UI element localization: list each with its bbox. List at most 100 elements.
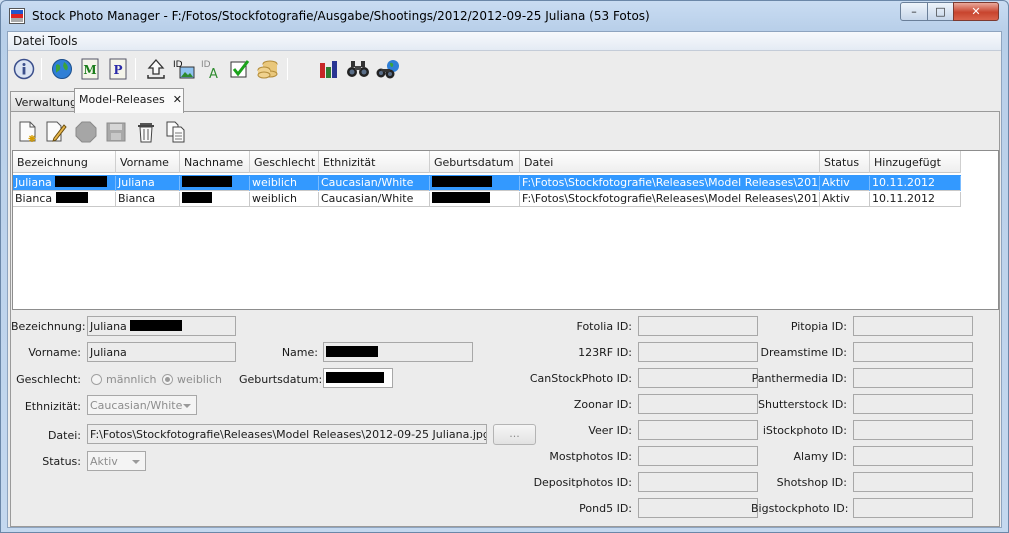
new-document-icon[interactable] <box>16 120 40 144</box>
cell-bezeichnung: Juliana <box>13 176 116 191</box>
cell-ethnizitaet: Caucasian/White <box>319 192 430 207</box>
veer-id-label: Veer ID: <box>588 424 632 437</box>
copy-icon[interactable] <box>164 120 188 144</box>
save-icon[interactable] <box>104 120 128 144</box>
cell-geburtsdatum <box>430 176 520 191</box>
cell-vorname: Juliana <box>116 176 180 191</box>
redacted-block <box>432 192 490 203</box>
tab-verwaltung[interactable]: Verwaltung <box>10 91 77 112</box>
dreamstime-id-field[interactable] <box>853 342 973 362</box>
pond5-id-field[interactable] <box>638 498 758 518</box>
ethnizitaet-label: Ethnizität: <box>24 400 81 413</box>
datei-field[interactable]: F:\Fotos\Stockfotografie\Releases\Model … <box>87 424 487 444</box>
name-field[interactable] <box>323 342 473 362</box>
binoculars-icon[interactable] <box>345 56 371 82</box>
redacted-block <box>326 346 378 357</box>
window-title: Stock Photo Manager - F:/Fotos/Stockfoto… <box>32 9 650 23</box>
close-button[interactable]: ✕ <box>953 2 999 21</box>
vorname-field[interactable]: Juliana <box>87 342 236 362</box>
p-document-icon[interactable]: P <box>105 56 131 82</box>
cell-status: Aktiv <box>820 176 870 191</box>
dreamstime-id-label: Dreamstime ID: <box>760 346 847 359</box>
bar-chart-icon[interactable] <box>315 56 341 82</box>
status-select[interactable]: Aktiv <box>87 451 146 471</box>
checkmark-icon[interactable] <box>227 56 253 82</box>
alamy-id-field[interactable] <box>853 446 973 466</box>
ethnizitaet-select[interactable]: Caucasian/White <box>87 395 197 415</box>
globe-icon[interactable] <box>49 56 75 82</box>
mostphotos-id-field[interactable] <box>638 446 758 466</box>
redacted-block <box>326 372 384 383</box>
123rf-id-label: 123RF ID: <box>578 346 632 359</box>
zoonar-id-field[interactable] <box>638 394 758 414</box>
tab-model-releases-label: Model-Releases <box>79 93 165 106</box>
panthermedia-id-label: Panthermedia ID: <box>751 372 847 385</box>
depositphotos-id-field[interactable] <box>638 472 758 492</box>
bigstockphoto-id-field[interactable] <box>853 498 973 518</box>
release-toolbar <box>11 112 999 150</box>
client-area: Datei Tools M P ID ID A Verwaltung Model… <box>7 31 1002 528</box>
column-header-geschlecht[interactable]: Geschlecht <box>250 151 319 173</box>
geburtsdatum-field[interactable] <box>323 368 393 388</box>
cell-bezeichnung: Bianca <box>13 192 116 207</box>
model-release-table: Bezeichnung Vorname Nachname Geschlecht … <box>12 150 999 310</box>
table-row[interactable]: Bianca Bianca weiblich Caucasian/White F… <box>13 191 961 207</box>
cell-hinzugefuegt: 10.11.2012 <box>870 176 961 191</box>
tab-model-releases[interactable]: Model-Releases ✕ <box>74 88 184 113</box>
column-header-ethnizitaet[interactable]: Ethnizität <box>319 151 430 173</box>
minimize-button[interactable]: – <box>900 2 928 21</box>
shotshop-id-label: Shotshop ID: <box>776 476 847 489</box>
depositphotos-id-label: Depositphotos ID: <box>533 476 632 489</box>
id-image-icon[interactable]: ID <box>171 56 197 82</box>
m-document-icon[interactable]: M <box>77 56 103 82</box>
istockphoto-id-field[interactable] <box>853 420 973 440</box>
tab-close-icon[interactable]: ✕ <box>173 93 182 106</box>
menu-datei[interactable]: Datei <box>13 34 45 48</box>
column-header-geburtsdatum[interactable]: Geburtsdatum <box>430 151 520 173</box>
release-detail-form: Bezeichnung: Juliana Vorname: Juliana Na… <box>11 312 999 526</box>
shutterstock-id-field[interactable] <box>853 394 973 414</box>
delete-icon[interactable] <box>134 120 158 144</box>
datei-label: Datei: <box>47 429 81 442</box>
coins-icon[interactable] <box>255 56 281 82</box>
column-header-status[interactable]: Status <box>820 151 870 173</box>
edit-document-icon[interactable] <box>44 120 68 144</box>
radio-maennlich[interactable]: männlich <box>91 373 157 386</box>
binoculars-globe-icon[interactable] <box>375 56 401 82</box>
svg-text:M: M <box>83 63 96 77</box>
info-icon[interactable] <box>11 56 37 82</box>
column-header-hinzugefuegt[interactable]: Hinzugefügt <box>870 151 961 173</box>
redacted-block <box>130 320 183 331</box>
canstockphoto-id-field[interactable] <box>638 368 758 388</box>
column-header-vorname[interactable]: Vorname <box>116 151 180 173</box>
stop-icon[interactable] <box>74 120 98 144</box>
title-bar[interactable]: Stock Photo Manager - F:/Fotos/Stockfoto… <box>1 1 1008 31</box>
fotolia-id-field[interactable] <box>638 316 758 336</box>
redacted-block <box>182 192 212 203</box>
menu-tools[interactable]: Tools <box>48 34 78 48</box>
veer-id-field[interactable] <box>638 420 758 440</box>
redacted-block <box>182 176 232 187</box>
upload-icon[interactable] <box>143 56 169 82</box>
vorname-label: Vorname: <box>28 346 81 359</box>
id-text-icon[interactable]: ID A <box>199 56 225 82</box>
toolbar-separator <box>135 58 136 80</box>
table-row[interactable]: Juliana Juliana weiblich Caucasian/White… <box>13 175 961 191</box>
pitopia-id-label: Pitopia ID: <box>790 320 847 333</box>
cell-nachname <box>180 176 250 191</box>
panthermedia-id-field[interactable] <box>853 368 973 388</box>
shotshop-id-field[interactable] <box>853 472 973 492</box>
pitopia-id-field[interactable] <box>853 316 973 336</box>
istockphoto-id-label: iStockphoto ID: <box>762 424 847 437</box>
maximize-button[interactable]: □ <box>927 2 954 21</box>
column-header-nachname[interactable]: Nachname <box>180 151 250 173</box>
radio-weiblich[interactable]: weiblich <box>162 373 222 386</box>
svg-text:P: P <box>113 63 122 77</box>
tab-bar: Verwaltung Model-Releases ✕ <box>10 88 1000 113</box>
column-header-bezeichnung[interactable]: Bezeichnung <box>13 151 116 173</box>
bezeichnung-field[interactable]: Juliana <box>87 316 236 336</box>
column-header-datei[interactable]: Datei <box>520 151 820 173</box>
radio-weiblich-indicator <box>162 374 173 385</box>
123rf-id-field[interactable] <box>638 342 758 362</box>
redacted-block <box>55 176 108 187</box>
